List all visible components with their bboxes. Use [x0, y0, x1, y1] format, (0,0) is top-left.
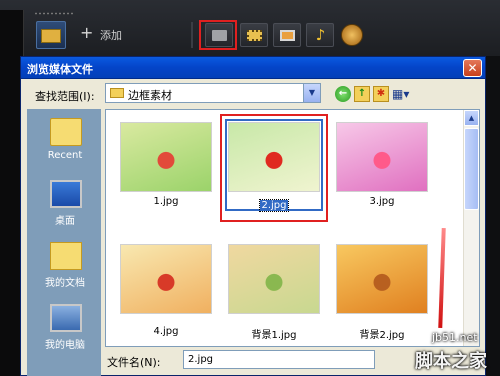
- my-documents-icon: [50, 242, 82, 270]
- dialog-title: 浏览媒体文件: [27, 63, 93, 76]
- watermark-logo-text: 脚本之家: [415, 351, 487, 372]
- desktop-icon: [50, 180, 82, 208]
- project-media-icon[interactable]: [36, 21, 66, 49]
- settings-dial-icon[interactable]: [341, 24, 363, 46]
- views-menu-icon[interactable]: ▦▾: [392, 86, 412, 102]
- file-thumbnail[interactable]: [120, 244, 212, 314]
- file-list[interactable]: 1.jpg 2.jpg 3.jpg 4.jpg 背景1.jpg 背景2.jpg …: [105, 109, 480, 347]
- place-label: 桌面: [55, 216, 75, 227]
- video-filter-button[interactable]: [240, 23, 268, 47]
- place-desktop[interactable]: 桌面: [28, 172, 100, 234]
- toolbar-separator: [191, 22, 193, 48]
- music-note-icon: ♪: [315, 26, 326, 44]
- place-my-documents[interactable]: 我的文档: [28, 234, 100, 296]
- browse-media-dialog: 浏览媒体文件 ✕ 查找范围(I): 边框素材 ▼ ← ↑ ✱ ▦▾ Recent…: [20, 56, 486, 376]
- host-right-panel: [484, 56, 500, 376]
- file-name-label: 文件名(N):: [107, 356, 161, 369]
- folder-icon: [110, 88, 124, 98]
- audio-filter-button[interactable]: ♪: [306, 23, 334, 47]
- toolbar-grip[interactable]: [34, 12, 74, 15]
- highlight-box-folder-button: [199, 20, 237, 50]
- close-button[interactable]: ✕: [463, 59, 482, 77]
- up-folder-icon[interactable]: ↑: [354, 86, 370, 102]
- file-name[interactable]: 背景2.jpg: [336, 326, 428, 341]
- chevron-down-icon[interactable]: ▼: [303, 84, 320, 102]
- add-button-label[interactable]: 添加: [100, 27, 122, 43]
- image-icon: [280, 30, 295, 41]
- place-recent[interactable]: Recent: [28, 110, 100, 172]
- place-my-computer[interactable]: 我的电脑: [28, 296, 100, 358]
- place-label: Recent: [47, 150, 83, 161]
- dialog-titlebar[interactable]: 浏览媒体文件 ✕: [21, 57, 485, 79]
- recent-folder-icon: [50, 118, 82, 146]
- image-filter-button[interactable]: [273, 23, 301, 47]
- file-name[interactable]: 1.jpg: [120, 196, 212, 207]
- file-thumbnail[interactable]: [336, 244, 428, 314]
- add-plus-icon[interactable]: +: [80, 25, 93, 41]
- my-computer-icon: [50, 304, 82, 332]
- new-folder-icon[interactable]: ✱: [373, 86, 389, 102]
- look-in-dropdown[interactable]: 边框素材 ▼: [105, 83, 321, 103]
- file-thumbnail[interactable]: [120, 122, 212, 192]
- file-name-selected[interactable]: 2.jpg: [228, 199, 320, 212]
- place-label: 我的文档: [45, 278, 85, 289]
- place-label: 我的电脑: [45, 340, 85, 351]
- file-thumbnail[interactable]: [228, 244, 320, 314]
- file-name[interactable]: 4.jpg: [120, 326, 212, 337]
- watermark-url: jb51.net: [432, 331, 478, 344]
- scroll-up-icon[interactable]: ▲: [464, 110, 479, 126]
- back-arrow-icon[interactable]: ←: [335, 86, 351, 102]
- file-name[interactable]: 背景1.jpg: [228, 326, 320, 341]
- vertical-scrollbar[interactable]: ▲: [463, 110, 479, 346]
- file-name-input[interactable]: [183, 350, 375, 369]
- filmstrip-icon: [247, 30, 262, 41]
- look-in-value: 边框素材: [128, 89, 172, 102]
- file-thumbnail[interactable]: [336, 122, 428, 192]
- file-name[interactable]: 3.jpg: [336, 196, 428, 207]
- look-in-label: 查找范围(I):: [35, 90, 95, 103]
- scrollbar-thumb[interactable]: [464, 128, 479, 210]
- places-bar: Recent 桌面 我的文档 我的电脑: [27, 109, 101, 376]
